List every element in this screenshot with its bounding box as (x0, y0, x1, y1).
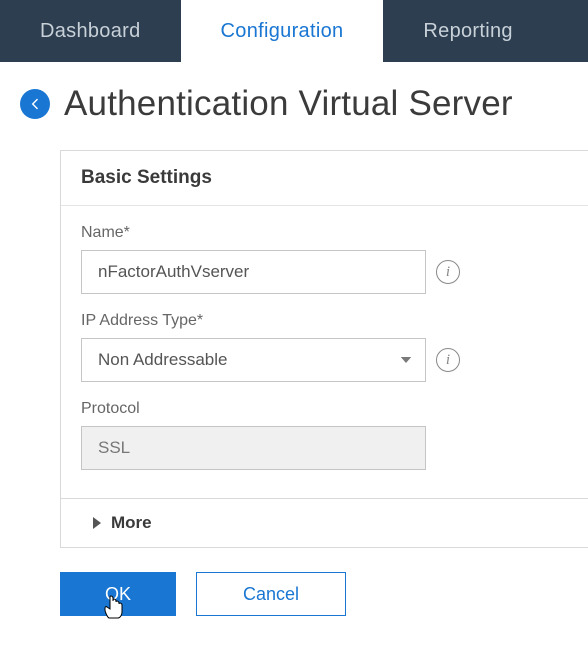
protocol-input: SSL (81, 426, 426, 470)
name-label: Name* (81, 224, 568, 242)
page-header: Authentication Virtual Server (0, 62, 588, 142)
arrow-left-icon (27, 96, 43, 112)
field-name: Name* nFactorAuthVserver i (81, 224, 568, 294)
ip-type-value: Non Addressable (98, 350, 227, 370)
protocol-label: Protocol (81, 400, 568, 418)
action-buttons: OK Cancel (0, 548, 588, 616)
panel-heading: Basic Settings (61, 151, 588, 206)
panel-body: Name* nFactorAuthVserver i IP Address Ty… (61, 206, 588, 499)
top-tabs: Dashboard Configuration Reporting (0, 0, 588, 62)
tab-dashboard[interactable]: Dashboard (0, 0, 181, 62)
tab-configuration[interactable]: Configuration (181, 0, 384, 62)
name-input[interactable]: nFactorAuthVserver (81, 250, 426, 294)
back-button[interactable] (20, 89, 50, 119)
triangle-right-icon (93, 517, 101, 529)
ok-button[interactable]: OK (60, 572, 176, 616)
basic-settings-panel: Basic Settings Name* nFactorAuthVserver … (60, 150, 588, 548)
field-ip-type: IP Address Type* Non Addressable i (81, 312, 568, 382)
field-protocol: Protocol SSL (81, 400, 568, 470)
tab-reporting[interactable]: Reporting (383, 0, 552, 62)
more-label: More (111, 513, 152, 533)
ip-label: IP Address Type* (81, 312, 568, 330)
page-title: Authentication Virtual Server (64, 84, 513, 124)
ip-type-select[interactable]: Non Addressable (81, 338, 426, 382)
cancel-button[interactable]: Cancel (196, 572, 346, 616)
info-icon[interactable]: i (436, 348, 460, 372)
info-icon[interactable]: i (436, 260, 460, 284)
chevron-down-icon (397, 351, 415, 369)
more-expand[interactable]: More (61, 499, 588, 548)
